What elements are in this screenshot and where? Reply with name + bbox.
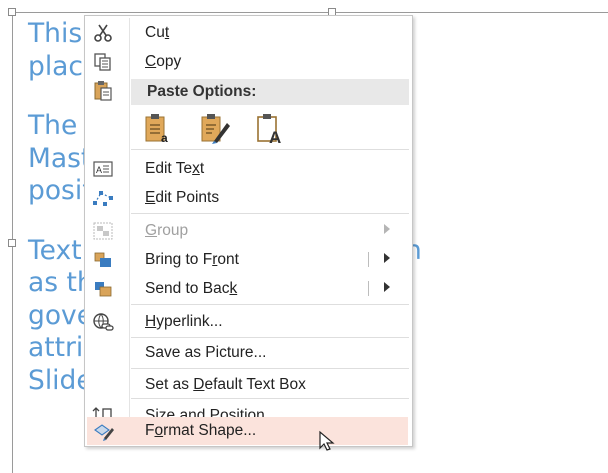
menu-item-label: Save as Picture... bbox=[145, 344, 267, 361]
group-icon bbox=[91, 220, 115, 242]
mouse-pointer-icon bbox=[318, 430, 340, 452]
hyperlink-icon bbox=[91, 311, 115, 333]
svg-text:A: A bbox=[96, 165, 102, 175]
paste-keep-text-only-icon[interactable]: A bbox=[253, 111, 289, 147]
scissors-icon bbox=[91, 22, 115, 44]
paste-use-destination-theme-icon[interactable]: a bbox=[141, 111, 177, 147]
menu-item-send-to-back[interactable]: Send to Back bbox=[87, 274, 408, 303]
menu-item-label: Group bbox=[145, 222, 189, 239]
paste-options-label: Paste Options: bbox=[147, 83, 257, 100]
menu-item-cut[interactable]: Cut bbox=[87, 18, 408, 47]
menu-separator bbox=[131, 149, 409, 150]
svg-text:a: a bbox=[161, 131, 168, 145]
menu-item-label: Cut bbox=[145, 24, 170, 41]
menu-item-edit-text[interactable]: A Edit Text bbox=[87, 154, 408, 183]
menu-item-label: Send to Back bbox=[145, 280, 238, 297]
menu-item-label: Bring to Front bbox=[145, 251, 239, 268]
menu-separator bbox=[131, 304, 409, 305]
menu-item-bring-to-front[interactable]: Bring to Front bbox=[87, 245, 408, 274]
menu-item-label: Hyperlink... bbox=[145, 313, 223, 330]
menu-item-hyperlink[interactable]: Hyperlink... bbox=[87, 307, 408, 336]
copy-icon bbox=[91, 51, 115, 73]
paste-icon bbox=[92, 80, 116, 104]
send-to-back-icon bbox=[91, 278, 115, 300]
context-menu: Cut Copy Paste Options: a A A Edit Text bbox=[84, 15, 413, 447]
menu-separator bbox=[131, 368, 409, 369]
resize-handle-top-left[interactable] bbox=[8, 8, 16, 16]
menu-separator bbox=[131, 213, 409, 214]
submenu-arrow-icon[interactable] bbox=[384, 253, 390, 263]
menu-item-edit-points[interactable]: Edit Points bbox=[87, 183, 408, 212]
resize-handle-middle-left[interactable] bbox=[8, 239, 16, 247]
bring-to-front-icon bbox=[91, 249, 115, 271]
menu-item-format-shape[interactable]: Format Shape... bbox=[87, 417, 408, 445]
paste-options-header: Paste Options: bbox=[131, 79, 409, 105]
menu-item-set-default-text-box[interactable]: Set as Default Text Box bbox=[87, 370, 408, 399]
edit-text-icon: A bbox=[91, 158, 115, 180]
split-divider bbox=[368, 252, 369, 267]
split-divider bbox=[368, 281, 369, 296]
menu-item-label: Format Shape... bbox=[145, 422, 257, 439]
paste-options-row: a A bbox=[141, 111, 341, 147]
svg-text:A: A bbox=[269, 128, 281, 145]
paste-keep-source-formatting-icon[interactable] bbox=[197, 111, 233, 147]
edit-points-icon bbox=[91, 187, 115, 209]
menu-item-group[interactable]: Group bbox=[87, 216, 408, 245]
menu-separator bbox=[131, 398, 409, 399]
submenu-arrow-icon bbox=[384, 224, 390, 234]
menu-item-label: Copy bbox=[145, 53, 182, 70]
menu-item-save-as-picture[interactable]: Save as Picture... bbox=[87, 338, 408, 367]
menu-item-label: Set as Default Text Box bbox=[145, 376, 306, 393]
menu-item-label: Edit Text bbox=[145, 160, 205, 177]
format-shape-icon bbox=[91, 421, 115, 443]
submenu-arrow-icon[interactable] bbox=[384, 282, 390, 292]
menu-item-copy[interactable]: Copy bbox=[87, 47, 408, 76]
menu-item-label: Edit Points bbox=[145, 189, 220, 206]
